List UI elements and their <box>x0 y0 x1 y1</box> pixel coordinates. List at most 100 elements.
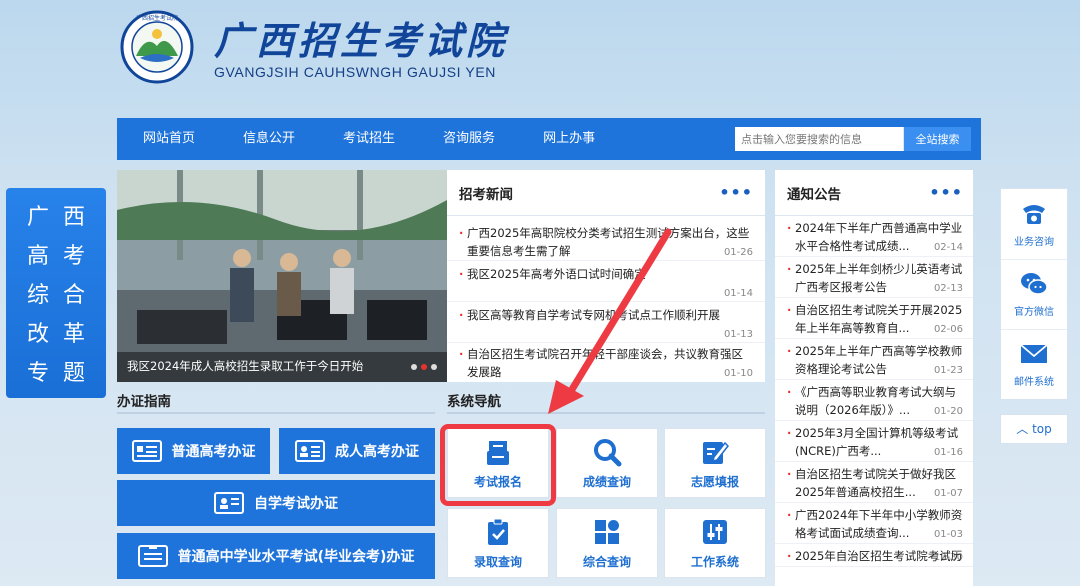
tile-label: 成绩查询 <box>582 474 631 489</box>
notice-list-item[interactable]: 自治区招生考试院关于开展2025年上半年高等教育自...02-06 <box>775 298 973 339</box>
page: 广西招生考试院 广西招生考试院 GVANGJSIH CAUHSWNGH GAUJ… <box>0 0 1080 586</box>
phone-icon <box>1023 204 1045 224</box>
notice-panel: 通知公告 ••• 2024年下半年广西普通高中学业水平合格性考试成绩...02-… <box>775 170 973 586</box>
banner-char: 考 <box>62 244 85 270</box>
id-card-icon <box>137 545 168 567</box>
grid-icon <box>595 519 619 544</box>
news-list-item[interactable]: 广西2025年高职院校分类考试招生测试方案出台，这些重要信息考生需了解 01-2… <box>447 216 765 261</box>
tile-label: 志愿填报 <box>690 474 739 489</box>
official-wechat-link[interactable]: 官方微信 <box>1001 259 1067 329</box>
slide-dot[interactable] <box>431 364 437 370</box>
site-subtitle: GVANGJSIH CAUHSWNGH GAUJSI YEN <box>214 64 496 80</box>
notice-list-item[interactable]: 广西2024年下半年中小学教师资格考试面试成绩查询...01-03 <box>775 503 973 544</box>
guide-button-label: 普通高中学业水平考试(毕业会考)办证 <box>177 549 415 565</box>
notice-list-item[interactable]: 2025年上半年剑桥少儿英语考试广西考区报考公告02-13 <box>775 257 973 298</box>
nav-exam-admission[interactable]: 考试招生 <box>319 118 419 160</box>
self-study-cert-button[interactable]: 自学考试办证 <box>117 480 435 526</box>
notice-list-item[interactable]: 2025年自治区招生考试院考试历12-30 <box>775 544 973 567</box>
search-box: 全站搜索 <box>735 127 971 151</box>
guide-button-label: 普通高考办证 <box>171 444 256 460</box>
news-list-item[interactable]: 我区高等教育自学考试专网机考试点工作顺利开展 01-13 <box>447 302 765 343</box>
guide-button-label: 自学考试办证 <box>254 496 338 512</box>
site-title[interactable]: 广西招生考试院 <box>214 10 508 65</box>
notice-item-title: 广西2024年下半年中小学教师资格考试面试成绩查询... <box>787 506 963 542</box>
svg-text:广西招生考试院: 广西招生考试院 <box>136 14 178 22</box>
notice-item-title: 自治区招生考试院关于开展2025年上半年高等教育自... <box>787 301 963 337</box>
notice-list-item[interactable]: 《广西高等职业教育考试大纲与说明（2026年版）》...01-20 <box>775 380 973 421</box>
banner-char: 题 <box>62 360 85 386</box>
slide-dot[interactable] <box>411 364 417 370</box>
slide-caption[interactable]: 我区2024年成人高校招生录取工作于今日开始 <box>127 358 363 374</box>
notice-item-title: 2024年下半年广西普通高中学业水平合格性考试成绩... <box>787 219 963 255</box>
proficiency-test-cert-button[interactable]: 普通高中学业水平考试(毕业会考)办证 <box>117 533 435 579</box>
notice-list-item[interactable]: 2024年下半年广西普通高中学业水平合格性考试成绩...02-14 <box>775 216 973 257</box>
notice-item-title: 2025年自治区招生考试院考试历 <box>787 547 963 565</box>
notice-list: 2024年下半年广西普通高中学业水平合格性考试成绩...02-142025年上半… <box>775 216 973 567</box>
reform-special-banner[interactable]: 广 西 高 考 综 合 改 革 专 题 <box>6 188 106 398</box>
id-card-icon <box>131 440 162 462</box>
notice-item-title: 2025年3月全国计算机等级考试(NCRE)广西考... <box>787 424 963 460</box>
top-label: top <box>1032 422 1052 436</box>
slide-dot-active[interactable] <box>421 364 427 370</box>
highlight-box <box>440 424 556 506</box>
notice-more-button[interactable]: ••• <box>929 183 963 202</box>
work-system-tile[interactable]: 工作系统 <box>664 508 766 578</box>
admission-news-panel: 招考新闻 ••• 广西2025年高职院校分类考试招生测试方案出台，这些重要信息考… <box>447 170 765 382</box>
slide-pagination <box>411 364 437 370</box>
nav-online-service[interactable]: 网上办事 <box>519 118 619 160</box>
news-panel-header: 招考新闻 ••• <box>447 170 765 216</box>
pen-edit-icon <box>703 441 730 464</box>
admission-query-tile[interactable]: 录取查询 <box>447 508 549 578</box>
right-bar-label: 官方微信 <box>1014 307 1054 318</box>
tile-label: 综合查询 <box>582 554 631 569</box>
nav-info-public[interactable]: 信息公开 <box>219 118 319 160</box>
right-bar-label: 业务咨询 <box>1014 236 1054 248</box>
nav-consult[interactable]: 咨询服务 <box>419 118 519 160</box>
news-item-date: 01-13 <box>723 329 753 340</box>
back-to-top-button[interactable]: ︿ top <box>1000 414 1068 444</box>
news-list-item[interactable]: 我区2025年高考外语口试时间确定 01-14 <box>447 261 765 302</box>
notice-item-title: 《广西高等职业教育考试大纲与说明（2026年版）》... <box>787 383 963 419</box>
news-panel-title: 招考新闻 <box>459 186 513 203</box>
chevron-up-icon: ︿ <box>1016 422 1029 436</box>
right-bar-label: 邮件系统 <box>1014 377 1054 388</box>
main-navbar: 网站首页 信息公开 考试招生 咨询服务 网上办事 全站搜索 <box>117 118 981 160</box>
score-query-tile[interactable]: 成绩查询 <box>556 428 658 498</box>
nav-home[interactable]: 网站首页 <box>117 118 219 160</box>
news-slideshow[interactable]: 我区2024年成人高校招生录取工作于今日开始 <box>117 170 447 382</box>
notice-list-item[interactable]: 2025年3月全国计算机等级考试(NCRE)广西考...01-16 <box>775 421 973 462</box>
tile-label: 录取查询 <box>473 554 522 569</box>
magnifier-icon <box>594 438 622 466</box>
volunteer-fill-tile[interactable]: 志愿填报 <box>664 428 766 498</box>
slide-photo <box>117 170 447 382</box>
notice-panel-title: 通知公告 <box>787 186 841 203</box>
news-item-title: 我区高等教育自学考试专网机考试点工作顺利开展 <box>459 306 753 324</box>
institute-logo-seal[interactable]: 广西招生考试院 <box>120 10 194 84</box>
business-consult-link[interactable]: 业务咨询 <box>1001 189 1067 259</box>
adult-gaokao-cert-button[interactable]: 成人高考办证 <box>279 428 435 474</box>
news-more-button[interactable]: ••• <box>719 183 753 202</box>
right-float-bar: 业务咨询 官方微信 邮件系统 <box>1000 188 1068 400</box>
banner-char: 高 <box>26 244 49 270</box>
banner-char: 专 <box>26 360 49 386</box>
banner-char: 广 <box>26 205 49 231</box>
tile-label: 工作系统 <box>690 554 739 569</box>
system-nav-title: 系统导航 <box>447 390 765 414</box>
search-input[interactable] <box>735 127 903 151</box>
search-button[interactable]: 全站搜索 <box>903 127 971 151</box>
news-list-item[interactable]: 自治区招生考试院召开年轻干部座谈会，共议教育强区发展路 01-10 <box>447 343 765 381</box>
news-item-title: 广西2025年高职院校分类考试招生测试方案出台，这些重要信息考生需了解 <box>459 224 753 260</box>
id-card-icon <box>214 492 244 514</box>
mail-system-link[interactable]: 邮件系统 <box>1001 329 1067 399</box>
comprehensive-query-tile[interactable]: 综合查询 <box>556 508 658 578</box>
gaokao-cert-button[interactable]: 普通高考办证 <box>117 428 270 474</box>
notice-panel-header: 通知公告 ••• <box>775 170 973 216</box>
notice-item-title: 2025年上半年广西高等学校教师资格理论考试公告 <box>787 342 963 378</box>
notice-list-item[interactable]: 自治区招生考试院关于做好我区2025年普通高校招生...01-07 <box>775 462 973 503</box>
notice-item-title: 2025年上半年剑桥少儿英语考试广西考区报考公告 <box>787 260 963 296</box>
news-item-date: 01-14 <box>723 288 753 299</box>
sliders-icon <box>703 519 727 544</box>
news-item-title: 我区2025年高考外语口试时间确定 <box>459 265 753 283</box>
banner-char: 革 <box>62 321 85 347</box>
notice-list-item[interactable]: 2025年上半年广西高等学校教师资格理论考试公告01-23 <box>775 339 973 380</box>
